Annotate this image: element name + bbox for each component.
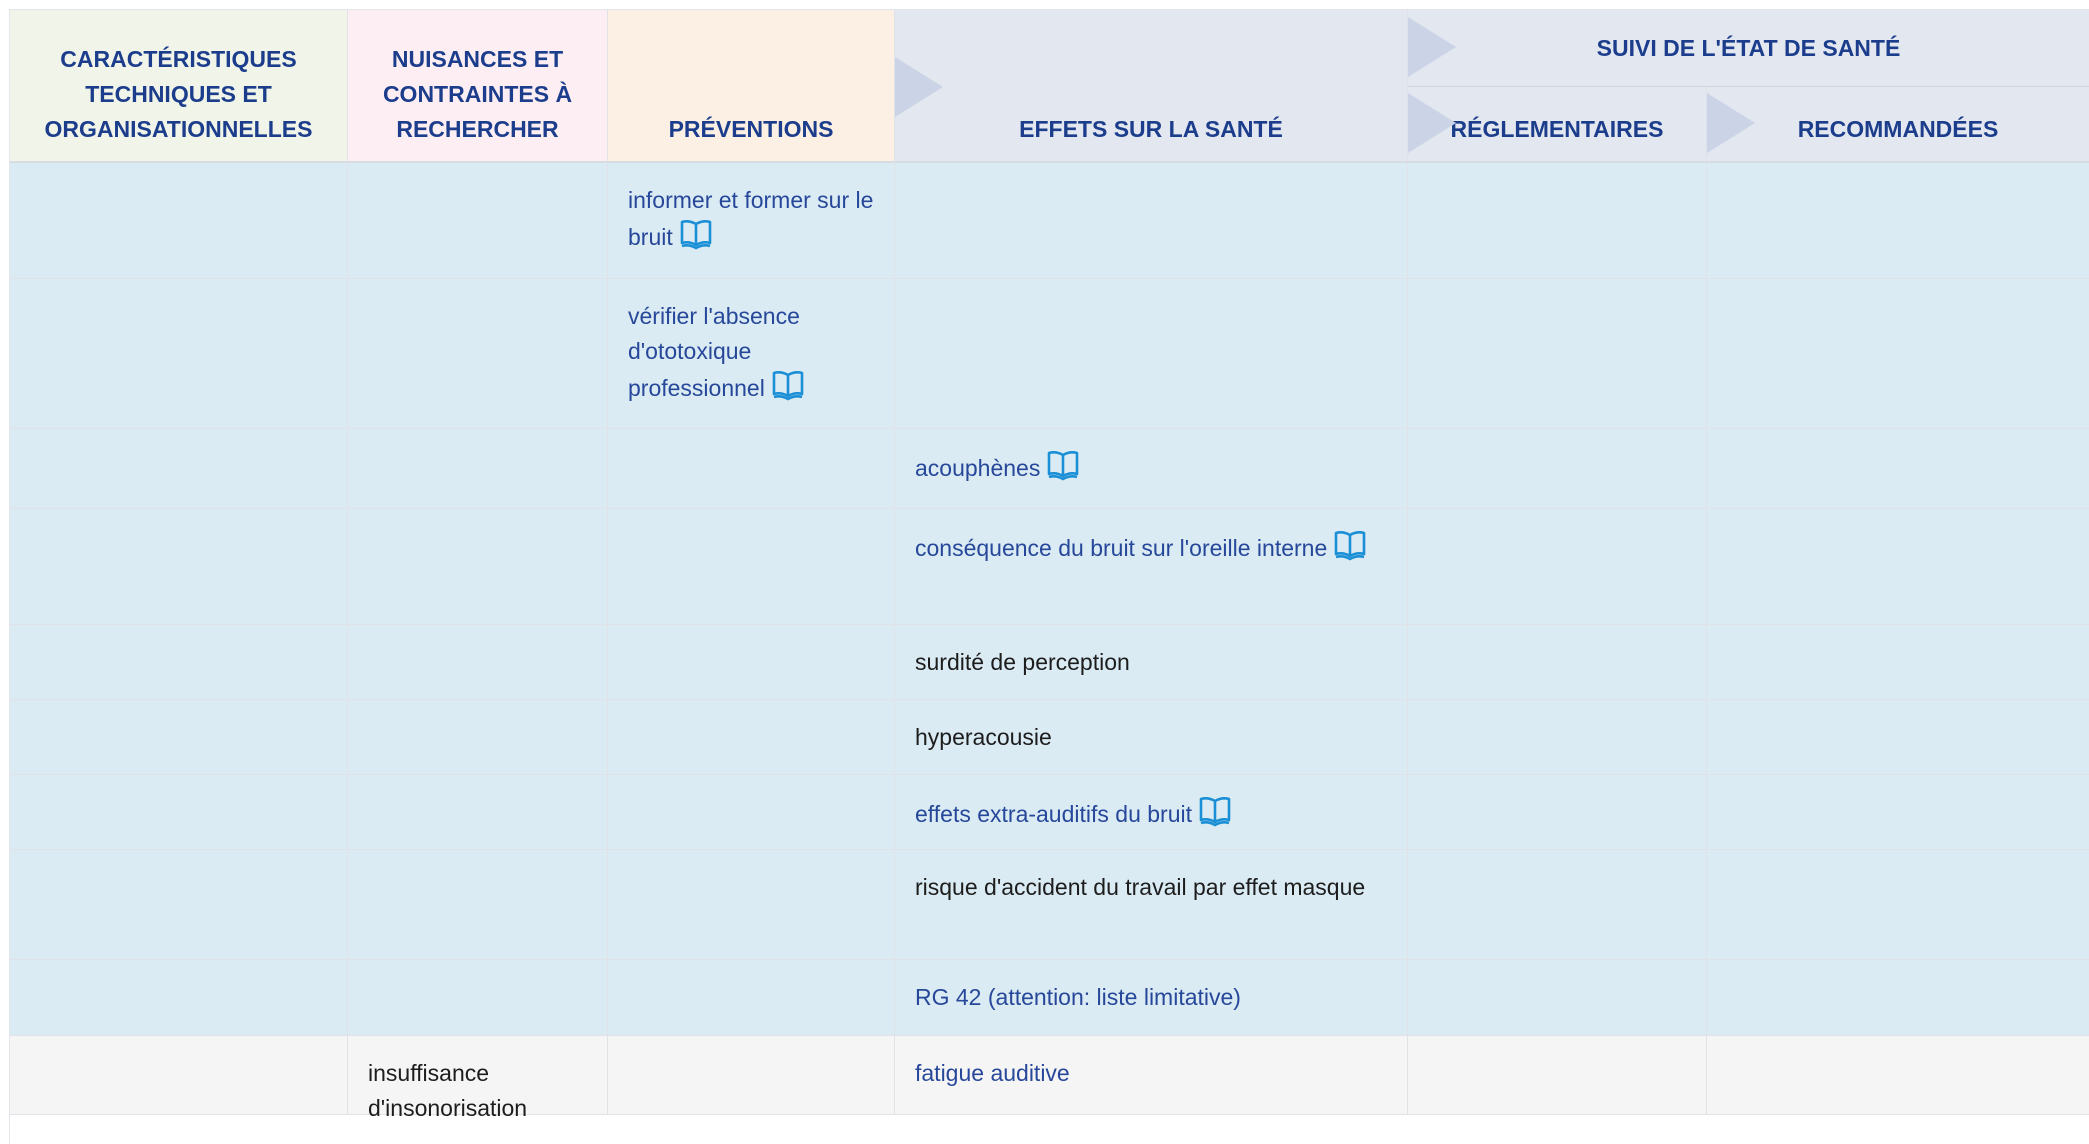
table-cell — [608, 429, 895, 509]
header-caracteristiques-label: CARACTÉRISTIQUES TECHNIQUES ET ORGANISAT… — [44, 46, 313, 142]
table-cell — [1408, 960, 1707, 1036]
table-cell — [348, 429, 608, 509]
table-cell — [1707, 625, 2089, 700]
book-icon[interactable] — [1333, 529, 1367, 571]
chevron-right-icon — [1408, 17, 1456, 77]
table-cell — [1707, 775, 2089, 850]
table-cell — [10, 775, 348, 850]
table-cell: insuffisance d'insonorisation — [348, 1036, 608, 1121]
table-cell — [348, 279, 608, 429]
effet-link-acouphenes[interactable]: acouphènes — [915, 455, 1040, 481]
table-cell — [895, 163, 1408, 279]
table-cell — [895, 279, 1408, 429]
table-cell — [608, 1036, 895, 1115]
header-caracteristiques: CARACTÉRISTIQUES TECHNIQUES ET ORGANISAT… — [10, 10, 348, 163]
chevron-right-icon — [1408, 93, 1456, 153]
table-cell — [348, 625, 608, 700]
table-cell: RG 42 (attention: liste limitative) — [895, 960, 1408, 1036]
table-cell — [1707, 960, 2089, 1036]
health-risk-table: CARACTÉRISTIQUES TECHNIQUES ET ORGANISAT… — [9, 9, 2089, 1144]
header-effets-label: EFFETS SUR LA SANTÉ — [1019, 116, 1283, 142]
table-cell — [1707, 509, 2089, 625]
table-cell — [10, 625, 348, 700]
table-cell — [10, 960, 348, 1036]
table-cell — [608, 700, 895, 775]
header-preventions: PRÉVENTIONS — [608, 10, 895, 163]
table-cell: hyperacousie — [895, 700, 1408, 775]
effet-link-rg42[interactable]: RG 42 (attention: liste limitative) — [915, 984, 1241, 1010]
table-cell — [1408, 429, 1707, 509]
table-cell — [1707, 163, 2089, 279]
table-cell — [1408, 700, 1707, 775]
table-cell: risque d'accident du travail par effet m… — [895, 850, 1408, 960]
table-cell: surdité de perception — [895, 625, 1408, 700]
table-cell — [1707, 279, 2089, 429]
table-cell — [1408, 1036, 1707, 1115]
table-cell — [608, 625, 895, 700]
table-cell — [608, 775, 895, 850]
table-cell — [1707, 700, 2089, 775]
table-cell — [348, 850, 608, 960]
table-cell — [10, 1036, 348, 1115]
table-cell — [1408, 509, 1707, 625]
table-cell: conséquence du bruit sur l'oreille inter… — [895, 509, 1408, 625]
table-cell — [1707, 850, 2089, 960]
header-effets: EFFETS SUR LA SANTÉ — [895, 10, 1408, 163]
table-cell — [348, 509, 608, 625]
nuisance-text-insonorisation: insuffisance d'insonorisation — [368, 1060, 528, 1121]
table-cell: fatigue auditive — [895, 1036, 1408, 1115]
table-cell: effets extra-auditifs du bruit — [895, 775, 1408, 850]
header-suivi: SUIVI DE L'ÉTAT DE SANTÉ — [1408, 10, 2089, 87]
table-cell: acouphènes — [895, 429, 1408, 509]
table-cell: informer et former sur le bruit — [608, 163, 895, 279]
table-cell — [608, 509, 895, 625]
table-cell — [1408, 163, 1707, 279]
table-cell: vérifier l'absence d'ototoxique professi… — [608, 279, 895, 429]
table-cell — [10, 700, 348, 775]
table-cell — [608, 850, 895, 960]
table-cell — [10, 850, 348, 960]
table-cell — [1408, 625, 1707, 700]
table-cell — [608, 960, 895, 1036]
table-cell — [10, 429, 348, 509]
effet-link-oreille-interne[interactable]: conséquence du bruit sur l'oreille inter… — [915, 535, 1327, 561]
table-cell — [10, 509, 348, 625]
book-icon[interactable] — [1198, 795, 1232, 837]
header-suivi-label: SUIVI DE L'ÉTAT DE SANTÉ — [1596, 34, 1901, 61]
chevron-right-icon — [1707, 93, 1755, 153]
effet-text-hyperacousie: hyperacousie — [915, 724, 1052, 750]
book-icon[interactable] — [679, 218, 713, 260]
header-recommandees: RECOMMANDÉES — [1707, 87, 2089, 163]
header-nuisances: NUISANCES ET CONTRAINTES À RECHERCHER — [348, 10, 608, 163]
header-reglementaires: RÉGLEMENTAIRES — [1408, 87, 1707, 163]
table-cell — [1408, 279, 1707, 429]
header-preventions-label: PRÉVENTIONS — [668, 116, 834, 142]
effet-link-extra-auditifs[interactable]: effets extra-auditifs du bruit — [915, 801, 1192, 827]
chevron-right-icon — [895, 57, 943, 117]
table-cell — [1707, 1036, 2089, 1115]
header-recommandees-label: RECOMMANDÉES — [1797, 116, 1999, 142]
book-icon[interactable] — [1046, 449, 1080, 491]
table-cell — [1707, 429, 2089, 509]
prevention-link-bruit[interactable]: informer et former sur le bruit — [628, 187, 873, 250]
header-reglementaires-label: RÉGLEMENTAIRES — [1450, 116, 1664, 142]
table-cell — [10, 279, 348, 429]
table-cell — [10, 163, 348, 279]
table-cell — [348, 700, 608, 775]
book-icon[interactable] — [771, 369, 805, 411]
table-cell — [348, 775, 608, 850]
effet-link-fatigue-auditive[interactable]: fatigue auditive — [915, 1060, 1070, 1086]
table-cell — [1408, 775, 1707, 850]
table-cell — [1408, 850, 1707, 960]
table-cell — [348, 163, 608, 279]
effet-text-surdite: surdité de perception — [915, 649, 1130, 675]
header-nuisances-label: NUISANCES ET CONTRAINTES À RECHERCHER — [382, 46, 573, 142]
effet-text-effet-masque: risque d'accident du travail par effet m… — [915, 874, 1366, 900]
table-cell — [348, 960, 608, 1036]
